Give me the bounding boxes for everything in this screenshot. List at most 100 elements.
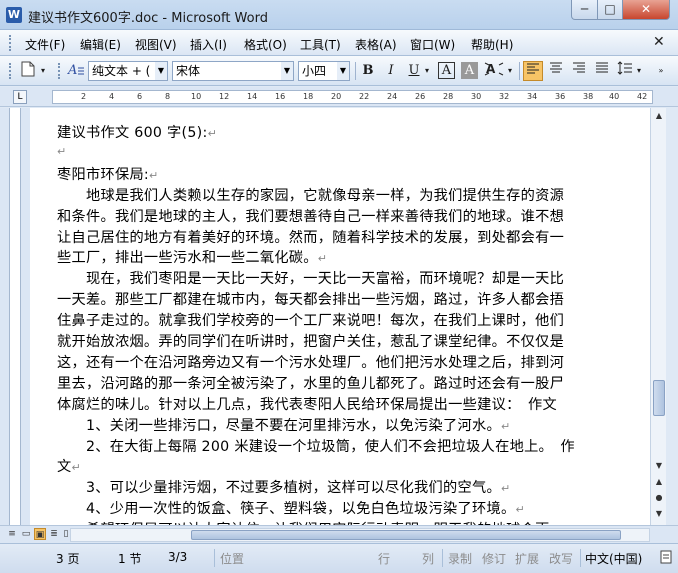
paragraph-mark-icon: ↵ xyxy=(71,461,82,475)
status-bar: 3 页 1 节 3/3 位置 行 列 录制 修订 扩展 改写 中文(中国) xyxy=(0,543,678,573)
status-extend[interactable]: 扩展 xyxy=(515,550,539,567)
document-line[interactable]: 一天差。那些工厂都建在城市内，每天都会排出一些污烟，路过，许多人都会捂 xyxy=(57,289,564,309)
menu-help[interactable]: 帮助(H) xyxy=(471,36,513,53)
document-line[interactable]: 建议书作文 600 字(5):↵ xyxy=(57,122,217,142)
spelling-status-icon[interactable] xyxy=(660,550,672,567)
justify-button[interactable] xyxy=(592,61,612,81)
web-layout-view-icon[interactable]: ▭ xyxy=(20,528,32,540)
toolbar-overflow-chevron-icon[interactable]: » xyxy=(655,61,667,81)
font-size-value: 小四 xyxy=(302,64,327,78)
document-line[interactable]: 现在，我们枣阳是一天比一天好，一天比一天富裕，而环境呢？却是一天比 xyxy=(57,268,564,288)
menu-grip-handle[interactable] xyxy=(9,35,13,51)
document-line[interactable]: 住鼻子走过的。就拿我们学校旁的一个工厂来说吧！每次，在我们上课时，他们 xyxy=(57,310,564,330)
character-shading-button[interactable]: A xyxy=(461,62,478,79)
next-page-icon[interactable]: ▼ xyxy=(651,506,667,522)
horizontal-scroll-thumb[interactable] xyxy=(191,530,621,540)
document-page[interactable]: 建议书作文 600 字(5):↵ ↵ 枣阳市环保局:↵ 地球是我们人类赖以生存的家园… xyxy=(30,108,666,525)
window-title: 建议书作文600字.doc - Microsoft Word xyxy=(28,11,268,26)
menu-insert[interactable]: 插入(I) xyxy=(190,36,227,53)
italic-button[interactable]: I xyxy=(381,61,401,81)
toolbar2-grip-handle[interactable] xyxy=(58,63,62,79)
document-line[interactable]: 和条件。我们是地球的主人，我们要想善待自己一样来善待我们的地球。谁不想 xyxy=(57,206,564,226)
style-select[interactable]: 纯文本 + ( ▼ xyxy=(88,61,168,81)
line-spacing-chevron-icon[interactable]: ▾ xyxy=(634,61,644,81)
status-record[interactable]: 录制 xyxy=(448,550,472,567)
document-line[interactable]: 就开始放浓烟。弄的同学们在听讲时，把窗户关住，惹乱了课堂纪律。不仅仅是 xyxy=(57,331,564,351)
ruler-track[interactable]: 2 4 6 8 10 12 14 16 18 20 22 24 26 28 30… xyxy=(52,90,653,104)
document-line[interactable]: 1、关闭一些排污口，尽量不要在河里排污水，以免污染了河水。↵ xyxy=(57,415,511,435)
toolbar-options-chevron-icon[interactable]: ▾ xyxy=(38,61,48,81)
scroll-up-icon[interactable]: ▲ xyxy=(651,108,667,124)
chevron-down-icon[interactable]: ▼ xyxy=(281,62,293,80)
svg-text:A: A xyxy=(67,63,77,77)
menu-format[interactable]: 格式(O) xyxy=(244,36,287,53)
status-overtype[interactable]: 改写 xyxy=(549,550,573,567)
font-size-select[interactable]: 小四 ▼ xyxy=(298,61,350,81)
ruler-tick: 4 xyxy=(109,92,115,101)
menu-window[interactable]: 窗口(W) xyxy=(410,36,455,53)
menu-tools[interactable]: 工具(T) xyxy=(300,36,341,53)
style-select-value: 纯文本 + ( xyxy=(92,64,151,78)
print-layout-view-icon[interactable]: ▣ xyxy=(34,528,46,540)
menu-table[interactable]: 表格(A) xyxy=(355,36,397,53)
formatting-toolbar: ▾ A 纯文本 + ( ▼ 宋体 ▼ 小四 ▼ B I U ▾ A A A ▾ … xyxy=(0,56,678,86)
select-browse-object-icon[interactable]: ● xyxy=(651,490,667,506)
document-line[interactable]: 2、在大街上每隔 200 米建设一个垃圾筒，使人们不会把垃圾人在地上。 作 xyxy=(57,436,575,456)
vertical-ruler-track[interactable] xyxy=(9,108,21,525)
align-center-button[interactable] xyxy=(546,61,566,81)
normal-view-icon[interactable]: ≡ xyxy=(6,528,18,540)
line-spacing-button[interactable] xyxy=(615,61,635,81)
chevron-down-icon[interactable]: ▼ xyxy=(155,62,167,80)
document-line-text: 枣阳市环保局: xyxy=(57,166,150,183)
character-scaling-icon[interactable]: A xyxy=(484,61,504,81)
status-page-of: 3/3 xyxy=(168,550,188,564)
word-app-icon[interactable]: W xyxy=(6,7,22,23)
horizontal-scroll-area: ≡ ▭ ▣ ≣ ▯ xyxy=(0,525,678,543)
document-line[interactable]: 枣阳市环保局:↵ xyxy=(57,164,159,184)
minimize-button[interactable]: ─ xyxy=(571,0,598,20)
tab-selector[interactable]: L xyxy=(13,90,27,104)
bold-button[interactable]: B xyxy=(358,61,378,81)
new-document-icon[interactable] xyxy=(18,61,38,81)
outline-view-icon[interactable]: ≣ xyxy=(48,528,60,540)
menu-view[interactable]: 视图(V) xyxy=(135,36,177,53)
document-line[interactable]: 地球是我们人类赖以生存的家园，它就像母亲一样，为我们提供生存的资源 xyxy=(57,185,564,205)
scroll-thumb[interactable] xyxy=(653,380,665,416)
document-line[interactable]: 些工厂，排出一些污水和一些二氧化碳。↵ xyxy=(57,247,327,267)
underline-button[interactable]: U xyxy=(404,61,424,81)
status-column: 列 xyxy=(422,552,435,566)
horizontal-scrollbar[interactable] xyxy=(70,528,650,542)
underline-options-chevron-icon[interactable]: ▾ xyxy=(422,61,432,81)
document-line-text: 建议书作文 600 字(5): xyxy=(57,125,208,141)
document-line[interactable]: 让自己居住的地方有着美好的环境。然而，随着科学技术的发展，到处都会有一 xyxy=(57,227,564,247)
status-track-changes[interactable]: 修订 xyxy=(482,550,506,567)
close-window-button[interactable]: ✕ xyxy=(622,0,670,20)
previous-page-icon[interactable]: ▲ xyxy=(651,474,667,490)
document-line[interactable]: 里去，沿河路的那一条河全被污染了，水里的鱼儿都死了。路过时还会有一股尸 xyxy=(57,373,564,393)
document-line[interactable]: 3、可以少量排污烟，不过要多植树，这样可以尽化我们的空气。↵ xyxy=(57,477,511,497)
scroll-down-icon[interactable]: ▼ xyxy=(651,458,667,474)
vertical-scrollbar[interactable]: ▲ ▼ ▲ ● ▼ xyxy=(650,108,666,525)
scaling-options-chevron-icon[interactable]: ▾ xyxy=(505,61,515,81)
ruler-tick: 18 xyxy=(303,92,314,101)
document-line[interactable]: 这，还有一个在沿河路旁边又有一个污水处理厂。他们把污水处理之后，排到河 xyxy=(57,352,564,372)
styles-formatting-icon[interactable]: A xyxy=(66,61,86,81)
font-select[interactable]: 宋体 ▼ xyxy=(172,61,294,81)
document-line[interactable]: 4、少用一次性的饭盒、筷子、塑料袋，以免白色垃圾污染了环境。↵ xyxy=(57,498,525,518)
document-line[interactable]: 体腐烂的味儿。针对以上几点，我代表枣阳人民给环保局提出一些建议： 作文 xyxy=(57,394,557,414)
maximize-button[interactable]: □ xyxy=(597,0,623,20)
toolbar-grip-handle[interactable] xyxy=(9,63,13,79)
chevron-down-icon[interactable]: ▼ xyxy=(337,62,349,80)
ruler-tick: 32 xyxy=(499,92,510,101)
document-line[interactable]: 文↵ xyxy=(57,456,81,476)
character-border-button[interactable]: A xyxy=(438,62,455,79)
menu-file[interactable]: 文件(F) xyxy=(25,36,65,53)
align-left-button[interactable] xyxy=(523,61,543,81)
align-right-button[interactable] xyxy=(569,61,589,81)
menu-edit[interactable]: 编辑(E) xyxy=(80,36,121,53)
document-line-text: 2、在大街上每隔 200 米建设一个垃圾筒，使人们不会把垃圾人在地上。 作 xyxy=(57,438,575,455)
paragraph-mark-icon: ↵ xyxy=(149,168,159,182)
paragraph-mark-icon: ↵ xyxy=(317,252,328,266)
close-document-icon[interactable]: ✕ xyxy=(653,34,665,50)
document-line[interactable]: ↵ xyxy=(57,143,67,159)
